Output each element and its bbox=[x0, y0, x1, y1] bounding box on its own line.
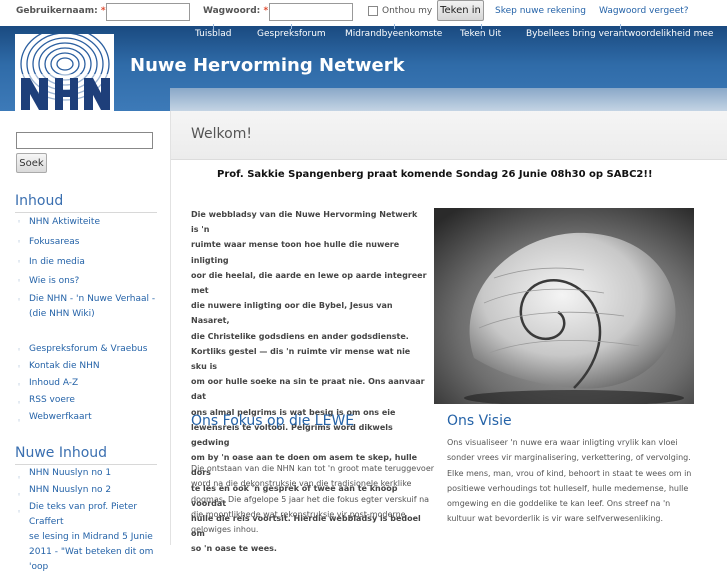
sidebar-item-contact[interactable]: Kontak die NHN bbox=[29, 359, 100, 374]
sidebar-item-forum[interactable]: Gespreksforum & Vraebus bbox=[29, 342, 147, 357]
vision-text: Ons visualiseer 'n nuwe era waar inligti… bbox=[447, 438, 692, 524]
password-input[interactable] bbox=[269, 3, 353, 21]
nav-bible-reading[interactable]: Bybellees bring verantwoordelikheid mee bbox=[526, 24, 713, 39]
nav-midrand[interactable]: Midrandbyeenkomste bbox=[345, 24, 442, 39]
bullet-icon: ◦ bbox=[17, 363, 22, 371]
bullet-icon: ◦ bbox=[17, 218, 22, 226]
sidebar-item-focus-areas[interactable]: Fokusareas bbox=[29, 235, 79, 250]
username-label: Gebruikernaam: * bbox=[16, 6, 106, 16]
page-title: Welkom! bbox=[191, 126, 252, 142]
forgot-password-link[interactable]: Wagwoord vergeet? bbox=[599, 6, 689, 16]
username-input[interactable] bbox=[106, 3, 190, 21]
sidebar-item-activities[interactable]: NHN Aktiwiteite bbox=[29, 215, 100, 230]
divider bbox=[15, 212, 157, 213]
sidebar-item-about[interactable]: Wie is ons? bbox=[29, 274, 79, 289]
focus-heading: Ons Fokus op die LEWE bbox=[191, 413, 355, 429]
sidebar-item-newsletter-2[interactable]: NHN Nuuslyn no 2 bbox=[29, 483, 111, 498]
bullet-icon: ◦ bbox=[17, 417, 22, 425]
logo-graphic bbox=[15, 34, 114, 111]
bullet-icon: ◦ bbox=[17, 296, 22, 304]
rss-icon: ◦ bbox=[17, 399, 22, 407]
sidebar-item-newsletter-1[interactable]: NHN Nuuslyn no 1 bbox=[29, 466, 111, 481]
sidebar-item-media[interactable]: In die media bbox=[29, 255, 85, 270]
bullet-icon: ◦ bbox=[17, 381, 22, 389]
bullet-icon: ◦ bbox=[17, 238, 22, 246]
bullet-icon: ◦ bbox=[17, 508, 22, 516]
bullet-icon: ◦ bbox=[17, 277, 22, 285]
sidebar-item-new-story[interactable]: Die NHN - 'n Nuwe Verhaal - (die NHN Wiki… bbox=[29, 292, 155, 322]
sidebar-heading-new-content: Nuwe Inhoud bbox=[15, 445, 108, 461]
title-bar bbox=[171, 111, 727, 160]
focus-text: Die ontstaan van die NHN kan tot 'n groo… bbox=[191, 464, 435, 535]
bullet-icon: ◦ bbox=[17, 346, 22, 354]
sidebar-item-lecture[interactable]: Die teks van prof. Pieter Craffert se les… bbox=[29, 500, 170, 575]
sidebar-item-a-z[interactable]: Inhoud A-Z bbox=[29, 376, 78, 391]
announcement: Prof. Sakkie Spangenberg praat komende S… bbox=[217, 169, 653, 180]
vision-heading: Ons Visie bbox=[447, 413, 512, 429]
nautilus-shell-image bbox=[434, 208, 694, 404]
main-content: Welkom! Prof. Sakkie Spangenberg praat k… bbox=[170, 111, 727, 553]
content-top-band bbox=[170, 88, 727, 111]
site-name[interactable]: Nuwe Hervorming Netwerk bbox=[130, 55, 405, 76]
search-input[interactable] bbox=[16, 132, 153, 149]
search-button[interactable]: Soek bbox=[16, 153, 47, 173]
sidebar-item-sitemap[interactable]: Webwerfkaart bbox=[29, 410, 92, 425]
remember-checkbox[interactable] bbox=[368, 6, 378, 16]
site-logo[interactable] bbox=[15, 34, 114, 111]
nav-home[interactable]: Tuisblad bbox=[195, 24, 231, 39]
sidebar: Soek Inhoud ◦ NHN Aktiwiteite ◦ Fokusare… bbox=[0, 111, 170, 572]
bullet-icon: ◦ bbox=[17, 491, 22, 499]
bullet-icon: ◦ bbox=[17, 474, 22, 482]
divider bbox=[15, 464, 157, 465]
nav-logout[interactable]: Teken Uit bbox=[460, 24, 501, 39]
nav-forum[interactable]: Gespreksforum bbox=[257, 24, 326, 39]
bullet-icon: ◦ bbox=[17, 258, 22, 266]
password-label: Wagwoord: * bbox=[203, 6, 269, 16]
login-bar: Gebruikernaam: * Wagwoord: * Onthou my T… bbox=[0, 0, 727, 26]
login-button[interactable]: Teken in bbox=[437, 0, 484, 21]
register-link[interactable]: Skep nuwe rekening bbox=[495, 6, 586, 16]
remember-label: Onthou my bbox=[382, 6, 433, 16]
sidebar-item-rss[interactable]: RSS voere bbox=[29, 393, 75, 408]
sidebar-heading-content: Inhoud bbox=[15, 193, 64, 209]
